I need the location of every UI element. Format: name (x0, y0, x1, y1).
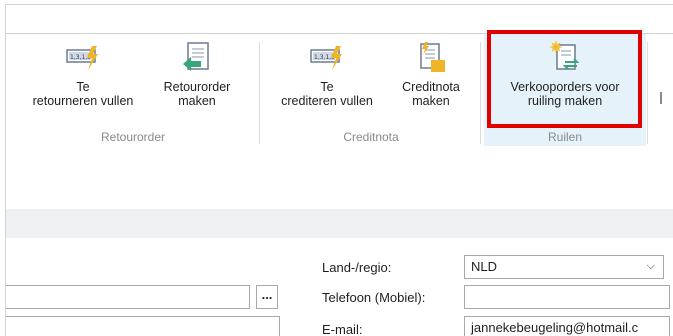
group-label-ruilen: Ruilen (547, 130, 583, 144)
creditnota-maken-button[interactable]: Creditnota maken (390, 40, 472, 108)
section-band (6, 209, 673, 238)
button-label-line2: crediteren vullen (281, 94, 373, 108)
button-label-line2: ruiling maken (527, 94, 603, 108)
button-label-line1: Te (320, 80, 334, 94)
button-label-line1: Te (76, 80, 90, 94)
land-regio-select[interactable]: NLD ⌵ (464, 255, 664, 279)
button-label-line2: retourneren vullen (32, 94, 134, 108)
return-order-icon (183, 42, 209, 71)
land-regio-label: Land-/regio: (322, 260, 392, 275)
group-label-creditnota: Creditnota (343, 130, 399, 144)
verkooporders-voor-ruiling-maken-button[interactable]: Verkooporders voor ruiling maken (492, 40, 638, 108)
group-separator (647, 42, 648, 144)
button-label-line2: maken (412, 94, 450, 108)
email-label: E-mail: (322, 322, 363, 336)
exchange-order-icon (550, 41, 580, 70)
button-label-line1: Creditnota (402, 80, 460, 94)
secondary-field[interactable] (6, 316, 280, 336)
telefoon-mobiel-field[interactable] (464, 285, 670, 309)
button-label-line2: maken (178, 94, 216, 108)
fill-lightning-icon: 1,3,1,3 (66, 46, 98, 70)
group-separator (259, 42, 260, 144)
land-regio-value: NLD (471, 259, 498, 274)
button-label-line1: Retourorder (163, 80, 231, 94)
lookup-button[interactable]: ... (256, 285, 278, 309)
email-field[interactable]: jannekebeugeling@hotmail.c (464, 316, 670, 336)
credit-note-icon (420, 42, 445, 72)
te-crediteren-vullen-button[interactable]: 1,3,1,3 Te crediteren vullen (268, 40, 386, 108)
retourorder-maken-button[interactable]: Retourorder maken (152, 40, 242, 108)
te-retourneren-vullen-button[interactable]: 1,3,1,3 Te retourneren vullen (20, 40, 146, 108)
app-window: 1,3,1,3 Te retourneren vullen Retourorde… (5, 4, 673, 336)
overflow-indicator (660, 92, 662, 104)
top-strip (6, 5, 673, 34)
address-field[interactable] (6, 285, 250, 309)
button-label-line1: Verkooporders voor (510, 80, 620, 94)
fill-lightning-icon: 1,3,1,3 (310, 46, 342, 70)
telefoon-mobiel-label: Telefoon (Mobiel): (322, 290, 426, 305)
chevron-down-icon: ⌵ (646, 260, 655, 272)
group-label-retourorder: Retourorder (100, 130, 166, 144)
ribbon: 1,3,1,3 Te retourneren vullen Retourorde… (6, 34, 673, 150)
group-separator (480, 42, 481, 144)
